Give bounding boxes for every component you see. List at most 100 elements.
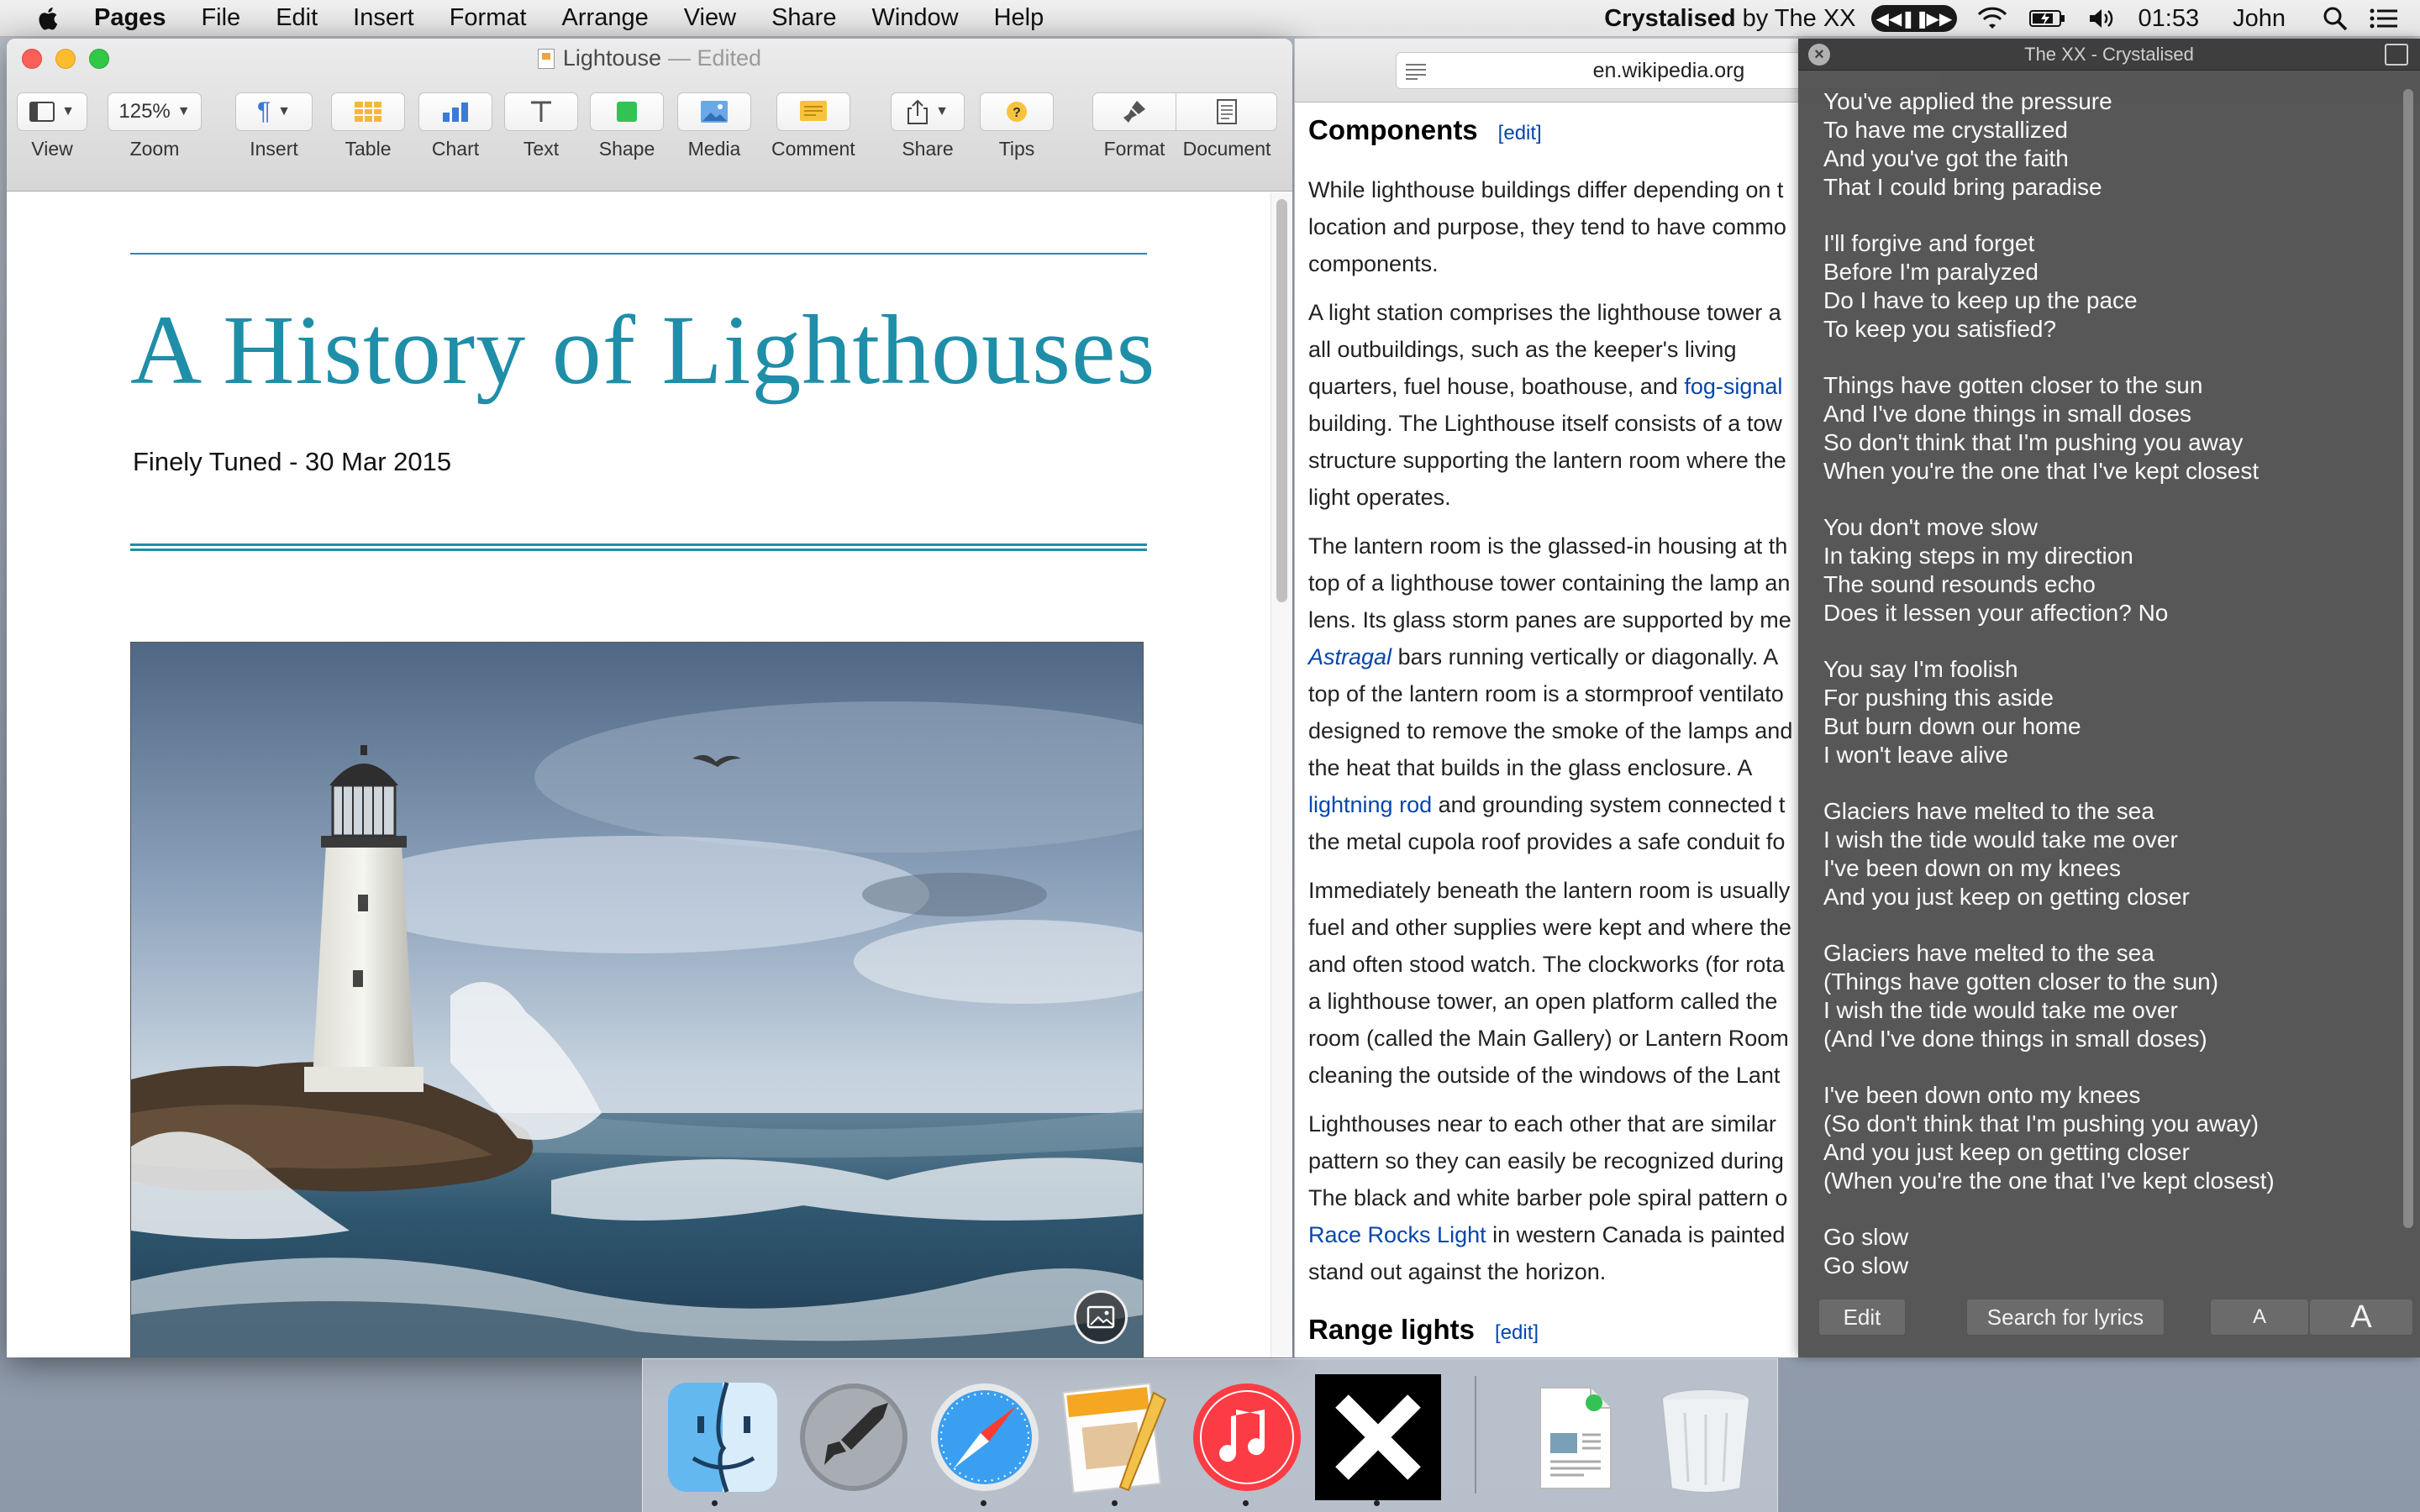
expand-icon[interactable] (2385, 44, 2408, 66)
reader-view-icon (1406, 64, 1426, 80)
shape-button[interactable] (590, 92, 664, 131)
link-fog-signal[interactable]: fog-signal (1684, 374, 1782, 399)
share-label: Share (902, 138, 954, 160)
lyrics-line: Go slow (1823, 1252, 1909, 1278)
menu-app-pages[interactable]: Pages (94, 4, 166, 32)
zoom-select[interactable]: 125% ▼ (108, 92, 202, 131)
lyrics-line: When you're the one that I've kept close… (1823, 458, 2260, 484)
menu-help[interactable]: Help (994, 4, 1044, 32)
battery-icon[interactable] (2028, 8, 2066, 29)
link-race-rocks-light[interactable]: Race Rocks Light (1308, 1222, 1486, 1247)
spotlight-search-icon[interactable] (2323, 6, 2348, 31)
document-icon[interactable] (1512, 1374, 1638, 1500)
insert-button[interactable]: ¶ ▼ (235, 92, 313, 131)
lyrics-line: And I've done things in small doses (1823, 401, 2192, 427)
running-indicator (1243, 1500, 1249, 1506)
scrollbar-thumb[interactable] (1276, 199, 1287, 602)
link-astragal[interactable]: Astragal (1308, 644, 1392, 669)
document-scrollbar[interactable] (1270, 192, 1292, 1357)
running-indicator (712, 1500, 718, 1506)
lyrics-line: (Things have gotten closer to the sun) (1823, 969, 2219, 995)
view-button[interactable]: ▼ (17, 92, 87, 131)
lighthouse-photo[interactable] (130, 642, 1144, 1357)
media-icon (701, 101, 728, 123)
menu-view[interactable]: View (684, 4, 736, 32)
header-rule (130, 253, 1147, 255)
table-button[interactable] (331, 92, 405, 131)
trash-icon[interactable] (1643, 1374, 1769, 1500)
search-lyrics-button[interactable]: Search for lyrics (1966, 1299, 2165, 1336)
zoom-value: 125% (118, 100, 171, 123)
tips-button[interactable]: ? (980, 92, 1054, 131)
double-rule (130, 543, 1147, 551)
document-canvas[interactable]: A History of Lighthouses Finely Tuned - … (7, 192, 1270, 1357)
safari-icon[interactable] (922, 1374, 1048, 1500)
lyrics-line: Go slow (1823, 1224, 1909, 1250)
chevron-down-icon: ▼ (935, 104, 949, 118)
menu-window[interactable]: Window (871, 4, 958, 32)
text-line: all outbuildings, such as the keeper's l… (1308, 337, 1737, 362)
paragraph-icon: ¶ (257, 97, 271, 125)
text-tool: Text (504, 92, 578, 160)
insert-label: Insert (250, 138, 298, 160)
edit-lyrics-button[interactable]: Edit (1818, 1299, 1906, 1336)
chart-icon (443, 102, 468, 122)
launchpad-icon[interactable] (791, 1374, 917, 1500)
chart-button[interactable] (418, 92, 492, 131)
scrollbar-thumb[interactable] (2403, 89, 2413, 1228)
itunes-icon[interactable] (1184, 1374, 1310, 1500)
dock (642, 1358, 1778, 1512)
menu-clock[interactable]: 01:53 (2139, 5, 2200, 33)
menu-arrange[interactable]: Arrange (562, 4, 649, 32)
shape-tool: Shape (590, 92, 664, 160)
now-playing-label[interactable]: Crystalised by The XX (1604, 5, 1855, 33)
next-track-icon[interactable]: ▶▶ (1927, 8, 1953, 29)
lyrics-line: The sound resounds echo (1823, 571, 2096, 597)
increase-font-button[interactable]: A (2309, 1299, 2413, 1336)
edit-section-link[interactable]: [edit] (1498, 122, 1542, 144)
lyrics-stanza: Glaciers have melted to the sea I wish th… (1823, 797, 2386, 911)
lyrics-line: I've been down onto my knees (1823, 1082, 2141, 1108)
text-button[interactable] (504, 92, 578, 131)
chevron-down-icon: ▼ (61, 104, 75, 118)
apple-menu-icon[interactable] (32, 0, 66, 37)
lyrics-line: I wish the tide would take me over (1823, 997, 2178, 1023)
menu-edit[interactable]: Edit (276, 4, 318, 32)
document-heading[interactable]: A History of Lighthouses (130, 293, 1155, 407)
volume-icon[interactable] (2088, 7, 2117, 30)
menu-user[interactable]: John (2233, 5, 2286, 33)
media-replace-icon[interactable] (1074, 1290, 1128, 1344)
text-line: bars running vertically or diagonally. A (1392, 644, 1779, 669)
now-playing-song: Crystalised (1604, 4, 1736, 32)
document-button[interactable] (1176, 92, 1277, 131)
xx-app-icon[interactable] (1315, 1374, 1441, 1500)
document-title[interactable]: Lightouse — Edited (7, 45, 1292, 71)
lyrics-scrollbar[interactable] (2403, 89, 2413, 1228)
text-line: components. (1308, 251, 1439, 276)
paintbrush-icon (1123, 101, 1145, 123)
edit-section-link[interactable]: [edit] (1495, 1321, 1539, 1344)
link-lightning-rod[interactable]: lightning rod (1308, 792, 1432, 817)
format-button[interactable] (1092, 92, 1176, 131)
menu-file[interactable]: File (201, 4, 240, 32)
notification-center-icon[interactable] (2370, 8, 2398, 29)
document-subtitle[interactable]: Finely Tuned - 30 Mar 2015 (133, 447, 451, 477)
comment-button[interactable] (776, 92, 850, 131)
text-line: While lighthouse buildings differ depend… (1308, 177, 1784, 202)
previous-track-icon[interactable]: ◀◀ (1876, 8, 1902, 29)
view-tool: ▼ View (17, 92, 87, 160)
pages-icon[interactable] (1053, 1374, 1179, 1500)
media-button[interactable] (677, 92, 751, 131)
finder-icon[interactable] (660, 1374, 786, 1500)
menu-insert[interactable]: Insert (353, 4, 414, 32)
lyrics-stanza: Go slow Go slow (1823, 1223, 2386, 1280)
comment-tool: Comment (771, 92, 855, 160)
menu-format[interactable]: Format (450, 4, 527, 32)
text-line: room (called the Main Gallery) or Lanter… (1308, 1026, 1789, 1051)
menu-share[interactable]: Share (771, 4, 836, 32)
decrease-font-button[interactable]: A (2210, 1299, 2309, 1336)
share-button[interactable]: ▼ (891, 92, 965, 131)
pause-icon[interactable]: ❚❚ (1902, 8, 1930, 29)
tips-tool: ? Tips (980, 92, 1054, 160)
wifi-icon[interactable] (1977, 7, 2007, 30)
